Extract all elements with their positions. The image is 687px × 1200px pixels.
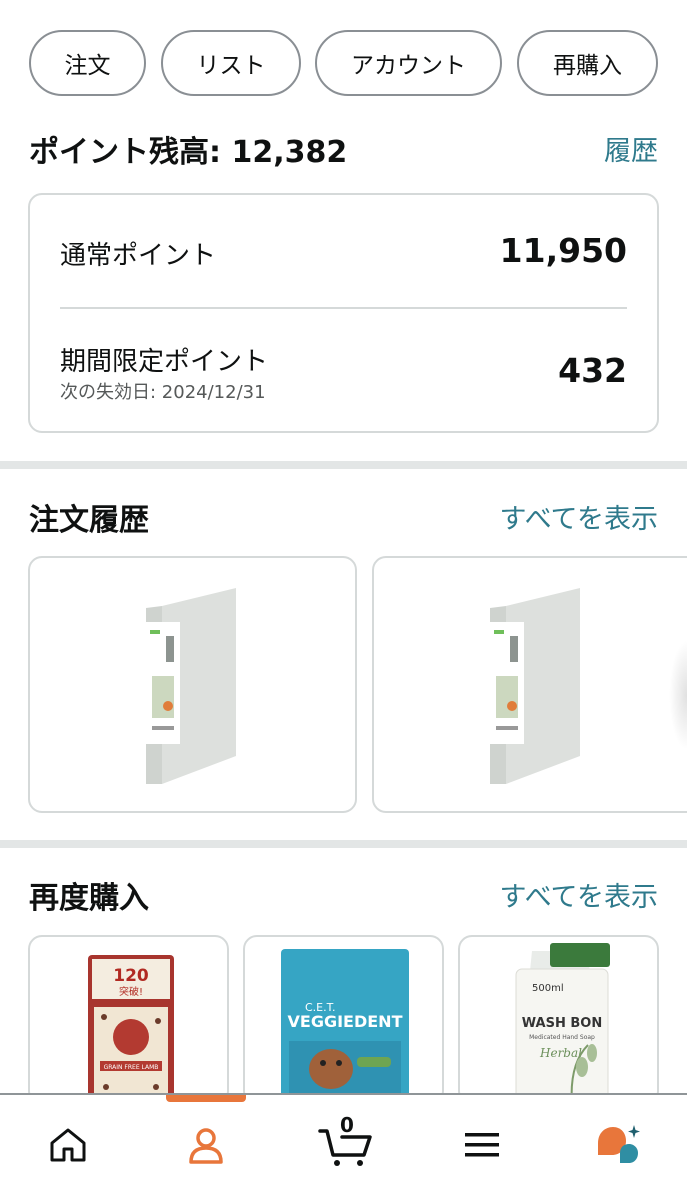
nav-account[interactable] xyxy=(176,1117,236,1173)
hand-soap-label: WASH BON xyxy=(522,1016,602,1031)
dog-food-badge-sub: 突破! xyxy=(119,985,143,998)
points-balance-title: ポイント残高: 12,382 xyxy=(29,135,348,170)
limited-points-expiry: 次の失効日: 2024/12/31 xyxy=(60,382,266,403)
buy-again-pill[interactable]: 再購入 xyxy=(517,30,658,96)
regular-points-value: 11,950 xyxy=(499,231,627,270)
menu-icon xyxy=(465,1133,499,1157)
account-pill[interactable]: アカウント xyxy=(315,30,502,96)
nav-home[interactable] xyxy=(38,1117,98,1173)
hand-soap-image: 500ml WASH BON Medicated Hand Soap Herba… xyxy=(515,943,610,1103)
order-item-card[interactable] xyxy=(28,556,357,813)
hand-soap-volume: 500ml xyxy=(532,983,564,994)
section-divider xyxy=(0,461,687,469)
buy-again-item-card[interactable]: 120 突破! GRAIN FREE LAMB xyxy=(28,935,229,1105)
buy-again-item-card[interactable]: 500ml WASH BON Medicated Hand Soap Herba… xyxy=(458,935,659,1105)
binder-image xyxy=(146,588,236,784)
nav-cart[interactable]: 0 xyxy=(314,1113,378,1173)
section-divider xyxy=(0,840,687,848)
order-history-see-all[interactable]: すべてを表示 xyxy=(500,497,659,536)
lists-pill[interactable]: リスト xyxy=(161,30,301,96)
hand-soap-sublabel: Medicated Hand Soap xyxy=(529,1034,595,1041)
limited-points-label: 期間限定ポイント xyxy=(60,347,269,377)
buy-again-item-card[interactable]: C.E.T. VEGGIEDENT xyxy=(243,935,444,1105)
dental-chews-label: VEGGIEDENT xyxy=(288,1012,403,1031)
active-tab-indicator xyxy=(166,1095,246,1102)
bottom-nav: 0 xyxy=(0,1093,687,1200)
orders-pill[interactable]: 注文 xyxy=(29,30,146,96)
cart-count: 0 xyxy=(340,1113,354,1137)
buy-again-title: 再度購入 xyxy=(29,881,149,916)
order-item-card[interactable] xyxy=(372,556,687,813)
dental-chews-image: C.E.T. VEGGIEDENT xyxy=(281,949,409,1103)
nav-assistant[interactable] xyxy=(588,1117,648,1173)
points-divider xyxy=(60,307,627,309)
ai-assistant-icon xyxy=(598,1125,640,1163)
points-history-link[interactable]: 履歴 xyxy=(604,129,658,168)
quick-links: 注文 リスト アカウント 再購入 xyxy=(29,30,687,98)
account-icon xyxy=(189,1128,223,1164)
regular-points-label: 通常ポイント xyxy=(60,241,217,271)
limited-points-value: 432 xyxy=(558,351,627,390)
hand-soap-script: Herbal xyxy=(539,1046,582,1060)
order-history-title: 注文履歴 xyxy=(29,503,149,538)
dog-food-label: GRAIN FREE LAMB xyxy=(104,1064,159,1071)
dog-food-image: 120 突破! GRAIN FREE LAMB xyxy=(88,955,174,1103)
buy-again-see-all[interactable]: すべてを表示 xyxy=(500,875,659,914)
points-card: 通常ポイント 11,950 期間限定ポイント 次の失効日: 2024/12/31… xyxy=(28,193,659,433)
nav-menu[interactable] xyxy=(452,1117,512,1173)
dog-food-badge-number: 120 xyxy=(113,966,149,986)
home-icon xyxy=(50,1128,86,1162)
binder-image xyxy=(490,588,580,784)
